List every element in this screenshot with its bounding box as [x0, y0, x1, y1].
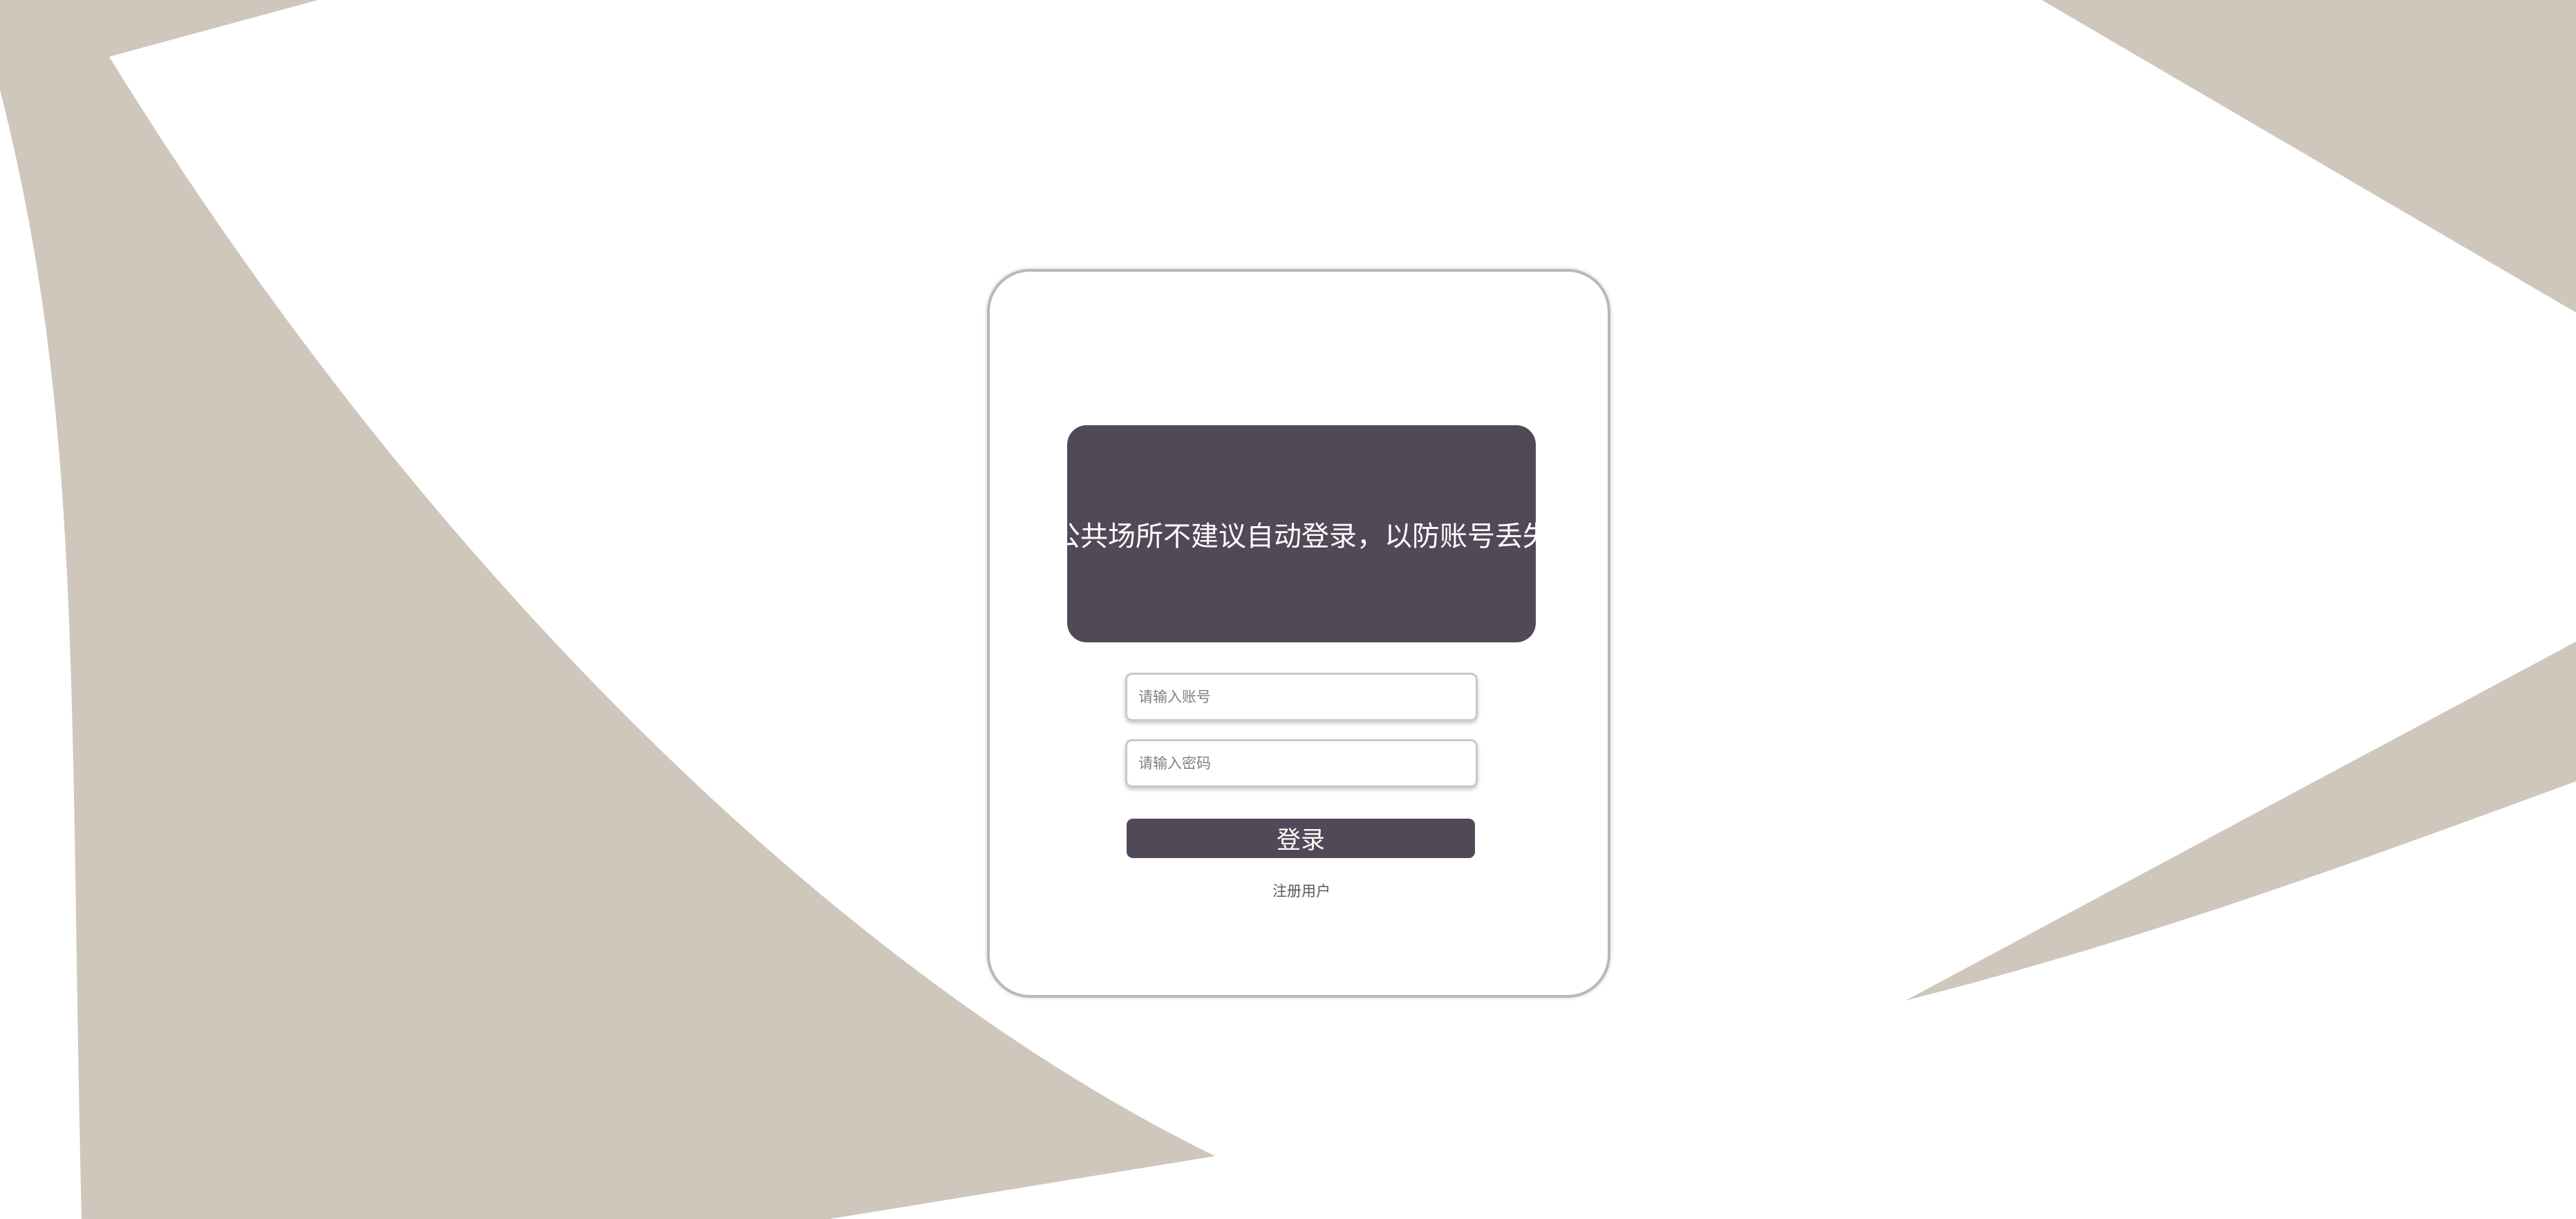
login-card: 公共场所不建议自动登录，以防账号丢失 登录 注册用户	[987, 269, 1610, 998]
notice-banner: 公共场所不建议自动登录，以防账号丢失	[1053, 425, 1550, 642]
background-shape-top-right	[2042, 0, 2576, 313]
register-link[interactable]: 注册用户	[990, 880, 1613, 901]
login-page: 公共场所不建议自动登录，以防账号丢失 登录 注册用户	[0, 0, 2576, 1219]
background-shape-right	[1906, 642, 2576, 1001]
notice-text: 公共场所不建议自动登录，以防账号丢失	[1053, 521, 1550, 552]
login-button[interactable]: 登录	[1127, 819, 1475, 858]
account-input[interactable]	[1125, 673, 1478, 721]
password-input[interactable]	[1125, 739, 1478, 788]
